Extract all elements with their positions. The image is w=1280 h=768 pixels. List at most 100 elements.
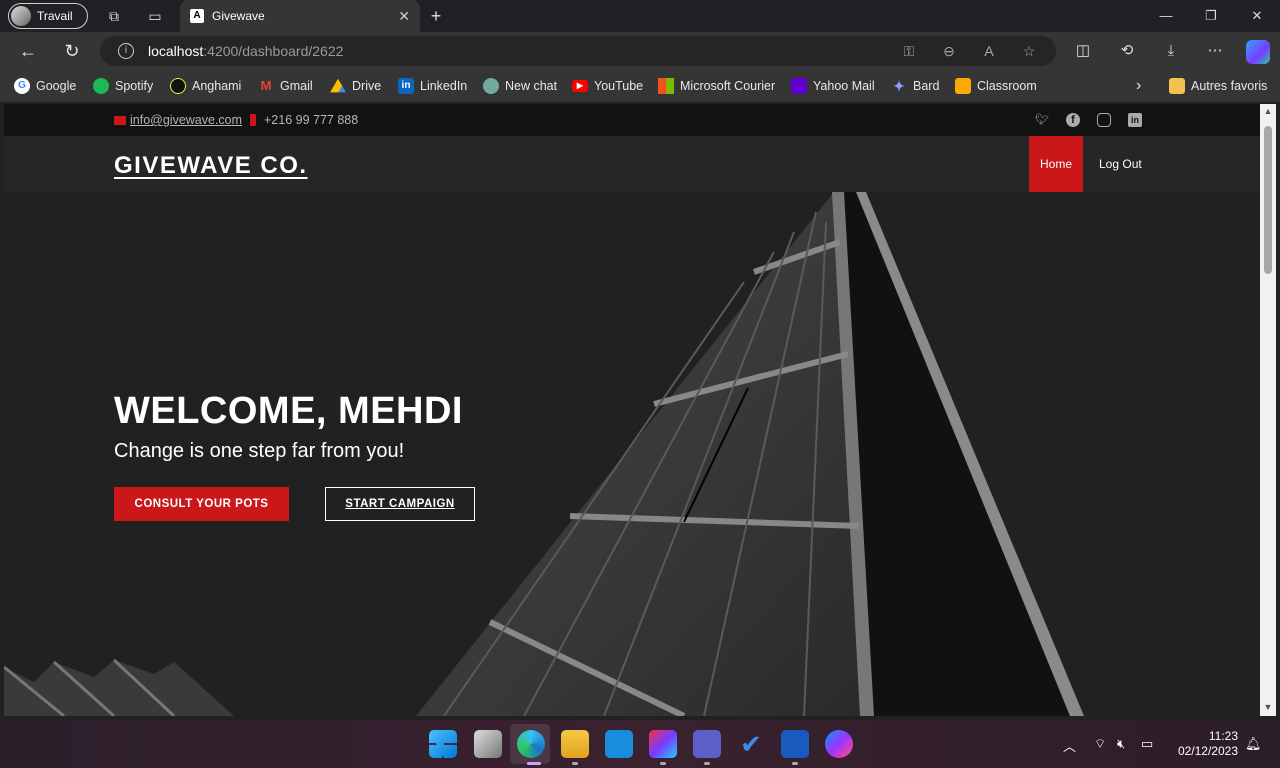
edge-icon[interactable]	[517, 730, 545, 758]
consult-pots-button[interactable]: CONSULT YOUR POTS	[114, 487, 289, 521]
messenger-icon[interactable]	[825, 730, 853, 758]
profile-avatar	[11, 6, 31, 26]
volume-muted-icon[interactable]: 🔇︎	[1117, 736, 1125, 752]
file-explorer-icon[interactable]	[561, 730, 589, 758]
youtube-icon: ▶	[572, 80, 588, 92]
key-icon[interactable]: ⚿	[900, 42, 918, 60]
linkedin-social-icon[interactable]: in	[1128, 113, 1142, 127]
close-window-icon[interactable]: ✕	[1247, 6, 1267, 26]
phone-icon	[250, 114, 256, 126]
address-bar-row: ← ↻ i localhost:4200/dashboard/2622 ⚿ ⊖ …	[0, 32, 1280, 70]
start-campaign-button[interactable]: START CAMPAIGN	[325, 487, 475, 521]
intellij-running-indicator	[660, 762, 666, 765]
copilot-icon[interactable]	[1246, 40, 1270, 64]
history-icon[interactable]: ⟲	[1116, 40, 1138, 62]
minimize-icon[interactable]: —	[1156, 6, 1176, 26]
profile-label: Travail	[37, 9, 73, 23]
close-tab-icon[interactable]: ✕	[398, 8, 410, 25]
bookmark-linkedin[interactable]: in LinkedIn	[398, 77, 467, 95]
clock-date: 02/12/2023	[1177, 744, 1238, 758]
hero-tagline: Change is one step far from you!	[114, 440, 405, 462]
url-input[interactable]: i localhost:4200/dashboard/2622 ⚿ ⊖ A ☆	[100, 36, 1056, 66]
bookmark-yahoo-mail[interactable]: Yahoo Mail	[791, 77, 875, 95]
chevron-right-icon[interactable]: ›	[1136, 77, 1141, 95]
site-navbar: GIVEWAVE CO. Home Log Out	[4, 136, 1260, 192]
instagram-icon[interactable]	[1097, 113, 1111, 127]
teams-icon[interactable]	[693, 730, 721, 758]
split-screen-icon[interactable]: ◫	[1072, 40, 1094, 62]
bookmark-youtube[interactable]: ▶ YouTube	[572, 77, 643, 95]
bookmarks-bar: G Google Spotify Anghami M Gmail Drive in L…	[0, 70, 1280, 102]
contact-strip: info@givewave.com +216 99 777 888 🐦︎ f i…	[4, 104, 1260, 136]
bookmark-new-chat[interactable]: New chat	[483, 77, 557, 95]
bookmark-bard[interactable]: ✦ Bard	[891, 77, 939, 95]
back-icon[interactable]: ←	[17, 40, 39, 62]
browser-tab-bar: Travail ⧉ ▭ A Givewave ✕ + — ❐ ✕	[0, 0, 1280, 32]
tab-title: Givewave	[212, 9, 265, 23]
angular-favicon-icon: A	[190, 9, 204, 23]
todo-icon[interactable]: ✔	[737, 730, 765, 758]
tray-chevron-up-icon[interactable]: ︿	[1063, 736, 1076, 755]
web-page: info@givewave.com +216 99 777 888 🐦︎ f i…	[4, 104, 1260, 716]
explorer-running-indicator	[572, 762, 578, 765]
chatgpt-icon	[483, 78, 499, 94]
start-menu-icon[interactable]	[429, 730, 457, 758]
tab-actions-icon[interactable]: ▭	[147, 8, 163, 24]
scroll-thumb[interactable]	[1264, 126, 1272, 274]
new-tab-icon[interactable]: +	[428, 7, 444, 25]
workspaces-icon[interactable]: ⧉	[106, 8, 122, 24]
welcome-heading: WELCOME, MEHDI	[114, 390, 463, 432]
site-info-icon[interactable]: i	[118, 43, 134, 59]
bard-icon: ✦	[893, 78, 905, 94]
url-host: localhost	[148, 43, 204, 59]
classroom-icon	[955, 78, 971, 94]
brand-logo[interactable]: GIVEWAVE CO.	[114, 152, 308, 180]
contact-email[interactable]: info@givewave.com	[114, 113, 242, 127]
bookmark-gmail[interactable]: M Gmail	[258, 77, 313, 95]
intellij-icon[interactable]	[649, 730, 677, 758]
bookmark-spotify[interactable]: Spotify	[93, 77, 153, 95]
more-menu-icon[interactable]: ⋯	[1204, 40, 1226, 62]
bookmark-other-favorites[interactable]: Autres favoris	[1169, 77, 1267, 95]
read-aloud-icon[interactable]: A	[980, 42, 998, 60]
nav-home[interactable]: Home	[1029, 136, 1083, 192]
facebook-icon[interactable]: f	[1066, 113, 1080, 127]
spotify-icon	[93, 78, 109, 94]
contact-phone-number: +216 99 777 888	[264, 113, 359, 127]
task-view-icon[interactable]	[474, 730, 502, 758]
restore-icon[interactable]: ❐	[1201, 6, 1221, 26]
folder-icon	[1169, 78, 1185, 94]
contact-phone: +216 99 777 888	[250, 113, 358, 127]
page-scrollbar[interactable]: ▲ ▼	[1260, 104, 1276, 716]
scroll-up-icon[interactable]: ▲	[1263, 106, 1273, 116]
downloads-icon[interactable]: ⤓	[1160, 40, 1182, 62]
tab-givewave[interactable]: A Givewave ✕	[180, 0, 420, 32]
bookmark-classroom[interactable]: Classroom	[955, 77, 1037, 95]
twitter-icon[interactable]: 🐦︎	[1035, 113, 1049, 127]
notification-bell-icon[interactable]: 🔔︎	[1245, 736, 1262, 752]
profile-button[interactable]: Travail	[8, 3, 88, 29]
bookmark-microsoft-courier[interactable]: Microsoft Courier	[658, 77, 775, 95]
word-icon[interactable]	[781, 730, 809, 758]
drive-icon	[330, 78, 346, 93]
wifi-icon[interactable]: ⌔	[1094, 736, 1106, 752]
bookmark-google[interactable]: G Google	[14, 77, 76, 95]
edge-running-indicator	[527, 762, 541, 765]
envelope-icon	[114, 115, 126, 125]
microsoft-icon	[658, 78, 674, 94]
nav-logout[interactable]: Log Out	[1099, 136, 1142, 192]
teams-running-indicator	[704, 762, 710, 765]
mail-icon[interactable]	[605, 730, 633, 758]
scroll-down-icon[interactable]: ▼	[1263, 702, 1273, 712]
battery-icon[interactable]: ▭	[1141, 736, 1153, 752]
favorite-star-icon[interactable]: ☆	[1020, 42, 1038, 60]
refresh-icon[interactable]: ↻	[61, 40, 83, 62]
bookmark-anghami[interactable]: Anghami	[170, 77, 241, 95]
hero-section: WELCOME, MEHDI Change is one step far fr…	[4, 192, 1260, 716]
url-path: :4200/dashboard/2622	[203, 43, 344, 59]
zoom-icon[interactable]: ⊖	[940, 42, 958, 60]
bookmark-drive[interactable]: Drive	[330, 77, 381, 95]
system-clock[interactable]: 11:23 02/12/2023	[1170, 729, 1238, 759]
contact-email-link[interactable]: info@givewave.com	[130, 113, 242, 127]
windows-taskbar: ✔ ︿ ⌔ 🔇︎ ▭ 11:23 02/12/2023 🔔︎	[0, 720, 1280, 768]
